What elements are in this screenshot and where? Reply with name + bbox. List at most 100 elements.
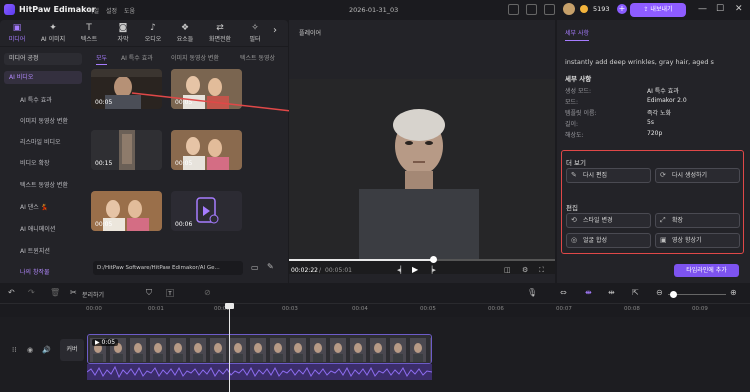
cover-button[interactable]: 커버 bbox=[60, 339, 84, 361]
marker-icon[interactable]: ⊘ bbox=[204, 288, 211, 297]
thumb-duration: 00:15 bbox=[95, 160, 113, 167]
prev-frame-icon[interactable]: ◂▏ bbox=[397, 266, 406, 274]
app-window: HitPaw Edimakor 파일 설정 도움 2026-01-31_03 5… bbox=[0, 0, 750, 392]
sidebar-item[interactable]: 비디오 확장 bbox=[20, 158, 50, 167]
sidebar-item[interactable]: AI 애니메이션 bbox=[20, 224, 55, 233]
detail-key: 해상도: bbox=[565, 132, 584, 139]
menu-file[interactable]: 파일 bbox=[88, 6, 99, 15]
timeline-ruler[interactable]: 00:00 00:01 00:02 00:03 00:04 00:05 00:0… bbox=[0, 303, 750, 317]
style-change-button[interactable]: ⟲ 스타일 변경 bbox=[566, 213, 651, 228]
video-preview[interactable] bbox=[289, 79, 555, 274]
transition-icon: ⇄ bbox=[216, 23, 224, 33]
redo-icon[interactable]: ↷ bbox=[28, 288, 35, 297]
mic-icon[interactable]: 🎙 bbox=[527, 288, 537, 297]
text-icon: T bbox=[86, 23, 92, 33]
edit-again-button[interactable]: ✎ 다시 편집 bbox=[566, 168, 651, 183]
track-lock-icon[interactable]: ⁞⁞ bbox=[12, 346, 16, 354]
export-button[interactable]: ⇪ 내보내기 bbox=[630, 3, 686, 17]
tab-image-to-video[interactable]: 이미지 동영상 변환 bbox=[171, 53, 219, 62]
snap-icon[interactable]: ⇼ bbox=[585, 288, 592, 297]
media-thumb[interactable]: 00:06 bbox=[171, 191, 242, 231]
credits-count: 5193 bbox=[593, 5, 610, 13]
tab-audio[interactable]: ♪ 오디오 bbox=[138, 23, 168, 43]
audio-waveform[interactable] bbox=[87, 364, 432, 380]
sidebar-item-my-creations[interactable]: 나의 창작물 bbox=[20, 267, 50, 276]
shield-icon[interactable]: ⛉ bbox=[146, 288, 152, 298]
tab-subtitle[interactable]: ◙ 자막 bbox=[108, 23, 138, 43]
prompt-text: instantly add deep wrinkles, gray hair, … bbox=[565, 58, 714, 66]
delete-icon[interactable]: 🗑 bbox=[50, 288, 60, 297]
settings-icon[interactable]: ⚙ bbox=[522, 266, 528, 274]
track-eye-icon[interactable]: ◉ bbox=[27, 346, 33, 354]
zoom-out-icon[interactable]: ⊖ bbox=[656, 288, 663, 297]
timeline-track: ⁞⁞ ◉ 🔊 커버 ▶ 0:05 bbox=[0, 317, 750, 392]
tab-text[interactable]: T 텍스트 bbox=[74, 23, 104, 43]
video-enhance-button[interactable]: ▣ 영상 향상기 bbox=[655, 233, 740, 248]
progress-knob[interactable] bbox=[429, 256, 437, 263]
link-icon[interactable]: ⇔ bbox=[560, 288, 567, 297]
fit-icon[interactable]: ⇱ bbox=[632, 288, 639, 297]
text-tool-icon[interactable]: 🅃 bbox=[166, 288, 174, 299]
add-to-timeline-button[interactable]: 타임라인에 추가 bbox=[674, 264, 739, 277]
tab-text-to-video[interactable]: 텍스트 동영상 bbox=[240, 53, 275, 62]
sidebar-item-ai-video[interactable]: AI 비디오 bbox=[4, 71, 82, 84]
detail-key: 모드: bbox=[565, 99, 579, 106]
message-icon[interactable] bbox=[526, 4, 537, 15]
tick-label: 00:05 bbox=[420, 306, 436, 312]
split-label[interactable]: 분리하기 bbox=[82, 290, 104, 299]
face-compose-button[interactable]: ◎ 얼굴 합성 bbox=[566, 233, 651, 248]
avatar[interactable] bbox=[563, 3, 575, 15]
tab-ai-image[interactable]: ✦ AI 이미지 bbox=[38, 23, 68, 43]
tab-ai-effects[interactable]: AI 특수 효과 bbox=[121, 53, 153, 62]
sidebar-header[interactable]: 미디어 공정 bbox=[4, 53, 82, 65]
track-audio-icon[interactable]: 🔊 bbox=[42, 346, 51, 354]
playhead-handle[interactable] bbox=[225, 303, 234, 309]
media-thumb[interactable]: 00:05 bbox=[171, 130, 242, 170]
split-view-icon[interactable]: ⇹ bbox=[608, 288, 615, 297]
title-bar: HitPaw Edimakor 파일 설정 도움 2026-01-31_03 5… bbox=[0, 0, 750, 20]
sidebar-item[interactable]: 텍스트 동영상 변환 bbox=[20, 180, 68, 189]
chevron-right-icon[interactable]: › bbox=[273, 25, 277, 36]
cart-icon[interactable] bbox=[544, 4, 555, 15]
tick-label: 00:00 bbox=[86, 306, 102, 312]
menu-help[interactable]: 도움 bbox=[124, 6, 135, 15]
sidebar-item[interactable]: AI 특수 효과 bbox=[20, 95, 52, 104]
zoom-in-icon[interactable]: ⊕ bbox=[730, 288, 737, 297]
tab-all[interactable]: 모두 bbox=[96, 53, 108, 65]
screenshot-icon[interactable]: ◫ bbox=[504, 266, 511, 274]
sidebar-item[interactable]: 리스마일 비디오 bbox=[20, 137, 61, 146]
add-credits-button[interactable]: + bbox=[617, 4, 627, 14]
thumb-duration: 00:05 bbox=[95, 221, 113, 228]
undo-icon[interactable]: ↶ bbox=[8, 288, 15, 297]
tab-elements[interactable]: ❖ 요소들 bbox=[170, 23, 200, 43]
tab-filter[interactable]: ✧ 필터 bbox=[240, 23, 270, 43]
playhead[interactable] bbox=[229, 303, 230, 392]
tick-label: 00:04 bbox=[352, 306, 368, 312]
tab-media[interactable]: ▣ 미디어 bbox=[2, 23, 32, 43]
media-thumb[interactable]: 00:05 bbox=[91, 191, 162, 231]
sidebar-item[interactable]: AI 댄스 💃 bbox=[20, 202, 48, 211]
split-icon[interactable]: ✂ bbox=[70, 288, 77, 297]
maximize-icon[interactable]: ☐ bbox=[716, 4, 724, 14]
minimize-icon[interactable]: — bbox=[698, 4, 707, 14]
sidebar-item[interactable]: AI 트윈지션 bbox=[20, 246, 50, 255]
face-icon: ◎ bbox=[571, 236, 578, 244]
regenerate-button[interactable]: ⟳ 다시 생성하기 bbox=[655, 168, 740, 183]
tick-label: 00:09 bbox=[692, 306, 708, 312]
fullscreen-icon[interactable]: ⛶ bbox=[539, 266, 544, 275]
tab-details[interactable]: 세부 사항 bbox=[565, 28, 589, 41]
media-thumb[interactable]: 00:15 bbox=[91, 130, 162, 170]
close-icon[interactable]: ✕ bbox=[735, 4, 743, 14]
feedback-icon[interactable] bbox=[508, 4, 519, 15]
play-icon[interactable]: ▶ bbox=[412, 265, 418, 274]
tab-transition[interactable]: ⇄ 화면전환 bbox=[205, 23, 235, 43]
next-frame-icon[interactable]: ▕▸ bbox=[427, 266, 436, 274]
tick-label: 00:08 bbox=[624, 306, 640, 312]
sidebar-item[interactable]: 이미지 동영상 변환 bbox=[20, 116, 68, 125]
edit-icon[interactable]: ✎ bbox=[267, 262, 274, 271]
folder-icon[interactable]: ▭ bbox=[251, 263, 259, 272]
menu-settings[interactable]: 설정 bbox=[106, 6, 117, 15]
zoom-knob[interactable] bbox=[670, 291, 677, 298]
video-clip[interactable]: ▶ 0:05 bbox=[87, 334, 432, 364]
expand-button[interactable]: ⤢ 확장 bbox=[655, 213, 740, 228]
